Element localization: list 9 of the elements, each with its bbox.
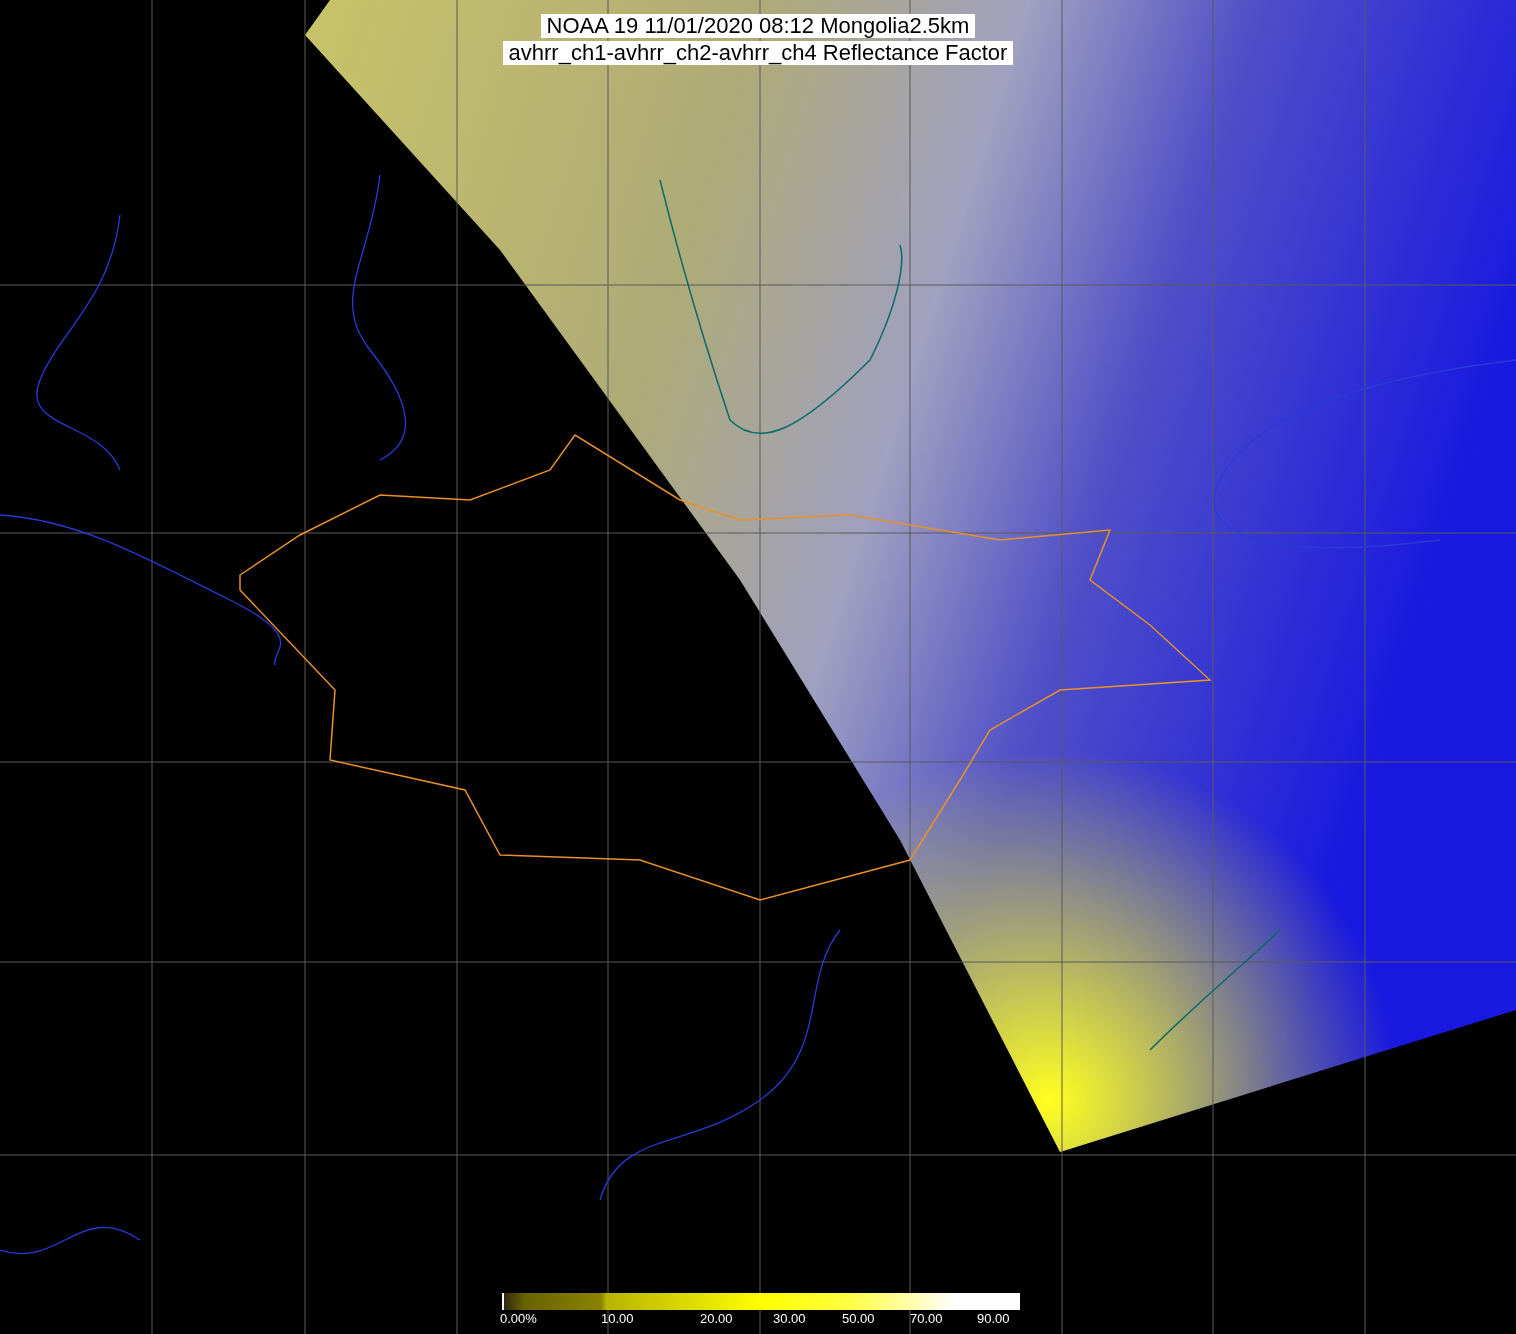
colorbar-label: 50.00	[842, 1311, 875, 1326]
image-title: avhrr_ch1-avhrr_ch2-avhrr_ch4 Reflectance Factor	[502, 41, 1014, 65]
colorbar-label: 10.00	[601, 1311, 634, 1326]
colorbar-label: 20.00	[700, 1311, 733, 1326]
colorbar-label: 90.00	[977, 1311, 1010, 1326]
colorbar-label: 0.00%	[500, 1311, 537, 1326]
image-title: NOAA 19 11/01/2020 08:12 Mongolia2.5km	[540, 14, 976, 38]
colorbar-label: 70.00	[910, 1311, 943, 1326]
colorbar-label: 30.00	[773, 1311, 806, 1326]
